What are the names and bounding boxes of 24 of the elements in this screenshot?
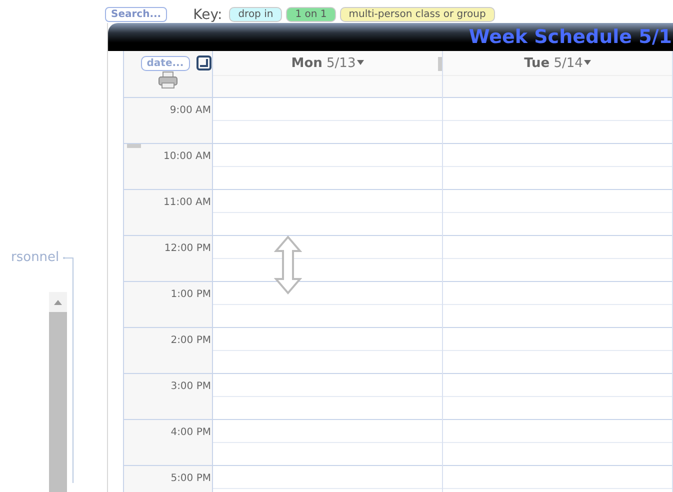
caret-icon bbox=[356, 60, 364, 66]
legend-tag: multi-person class or group bbox=[340, 7, 495, 22]
time-label: 5:00 PM bbox=[170, 473, 212, 484]
time-label: 11:00 AM bbox=[164, 197, 212, 208]
time-label: 2:00 PM bbox=[170, 335, 212, 346]
time-label: 1:00 PM bbox=[170, 289, 212, 300]
key-label: Key: bbox=[193, 6, 222, 22]
time-label: 12:00 PM bbox=[164, 243, 212, 254]
time-label: 4:00 PM bbox=[170, 427, 212, 438]
resize-handle[interactable] bbox=[127, 144, 142, 148]
caret-icon bbox=[584, 60, 591, 66]
scrollbar[interactable] bbox=[49, 292, 67, 492]
column-handle[interactable] bbox=[438, 57, 442, 71]
schedule-title: Week Schedule 5/1 bbox=[468, 26, 672, 48]
legend-tag: 1 on 1 bbox=[286, 7, 336, 22]
time-label: 9:00 AM bbox=[170, 105, 212, 116]
printer-icon[interactable] bbox=[158, 71, 178, 89]
time-label: 3:00 PM bbox=[170, 381, 212, 392]
sidebar-label: rsonnel bbox=[11, 251, 60, 265]
legend-tag: drop in bbox=[229, 7, 282, 22]
resize-arrow-icon bbox=[273, 235, 303, 295]
window-icon[interactable] bbox=[196, 55, 212, 71]
time-label: 10:00 AM bbox=[164, 151, 212, 162]
search-button[interactable]: Search... bbox=[105, 7, 168, 22]
